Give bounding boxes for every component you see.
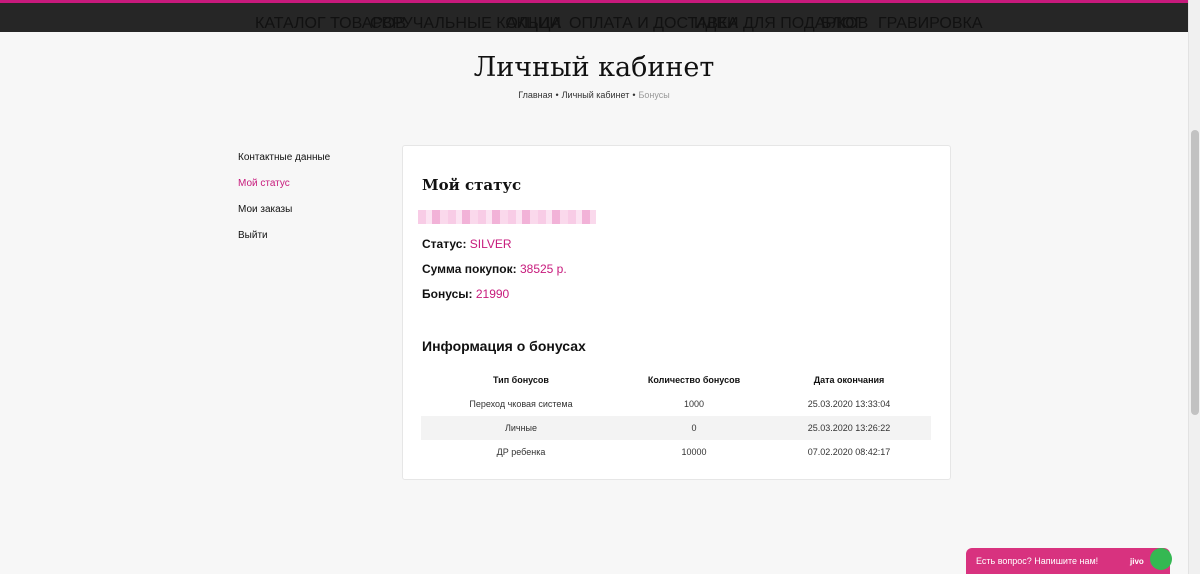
sidebar-item-logout[interactable]: Выйти [238,230,330,242]
redacted-user-name [418,210,596,224]
purchase-sum-label: Сумма покупок: [422,262,517,276]
cell-expiry: 25.03.2020 13:26:22 [767,416,931,440]
breadcrumb-account[interactable]: Личный кабинет [562,90,630,100]
chat-widget-button[interactable]: Есть вопрос? Напишите нам! jivo [966,548,1170,574]
cell-type: ДР ребенка [496,447,546,457]
account-sidebar: Контактные данные Мой статус Мои заказы … [238,152,330,256]
cell-amount: 0 [621,416,767,440]
column-header-amount: Количество бонусов [647,375,741,385]
sidebar-item-my-orders[interactable]: Мои заказы [238,204,330,216]
bonus-info-title: Информация о бонусах [422,338,586,354]
cell-amount: 10000 [681,447,707,457]
breadcrumb-current: Бонусы [638,90,670,100]
page-title: Личный кабинет [473,52,715,83]
nav-blog[interactable]: БЛОГ [821,15,863,33]
sidebar-item-contacts[interactable]: Контактные данные [238,152,330,164]
bonus-value: 21990 [475,287,510,301]
purchase-sum-value: 38525 р. [519,262,567,276]
cell-type: Личные [421,416,621,440]
breadcrumb-home[interactable]: Главная [518,90,552,100]
bonus-row: Бонусы: 21990 [422,287,509,301]
table-row: Личные 0 25.03.2020 13:26:22 [421,416,931,440]
page-scrollbar[interactable] [1188,0,1200,574]
table-row: ДР ребенка 10000 07.02.2020 08:42:17 [421,440,931,464]
purchase-sum-row: Сумма покупок: 38525 р. [422,262,567,276]
bonus-table: Тип бонусов Количество бонусов Дата окон… [421,368,931,464]
top-navigation-bar: КАТАЛОГ ТОВАРОВ СВРУЧАЛЬНЫЕ КОЛЬЦА АКЦИИ… [0,0,1188,32]
column-header-type: Тип бонусов [493,375,549,385]
scrollbar-thumb[interactable] [1191,130,1199,415]
status-value: SILVER [469,237,512,251]
cell-expiry: 25.03.2020 13:33:04 [807,399,891,409]
table-header-row: Тип бонусов Количество бонусов Дата окон… [421,368,931,392]
cell-amount: 1000 [683,399,705,409]
cell-expiry: 07.02.2020 08:42:17 [807,447,891,457]
chat-online-indicator-icon [1150,548,1172,570]
bonus-label: Бонусы: [422,287,473,301]
breadcrumb-separator: • [555,90,559,100]
chat-widget-label: Есть вопрос? Напишите нам! [976,556,1099,566]
status-label: Статус: [422,237,467,251]
status-row: Статус: SILVER [422,237,512,251]
status-card-title: Мой статус [422,176,522,194]
cell-type: Переход чковая система [469,399,573,409]
table-row: Переход чковая система 1000 25.03.2020 1… [421,392,931,416]
nav-engraving[interactable]: ГРАВИРОВКА [878,15,983,33]
sidebar-item-my-status[interactable]: Мой статус [238,178,330,190]
column-header-expiry: Дата окончания [813,375,885,385]
breadcrumb-separator: • [632,90,636,100]
chat-brand-logo: jivo [1130,557,1144,566]
breadcrumb: Главная • Личный кабинет • Бонусы [0,90,1188,100]
nav-promotions[interactable]: АКЦИИ [506,15,561,33]
status-card: Мой статус Статус: SILVER Сумма покупок:… [402,145,951,480]
